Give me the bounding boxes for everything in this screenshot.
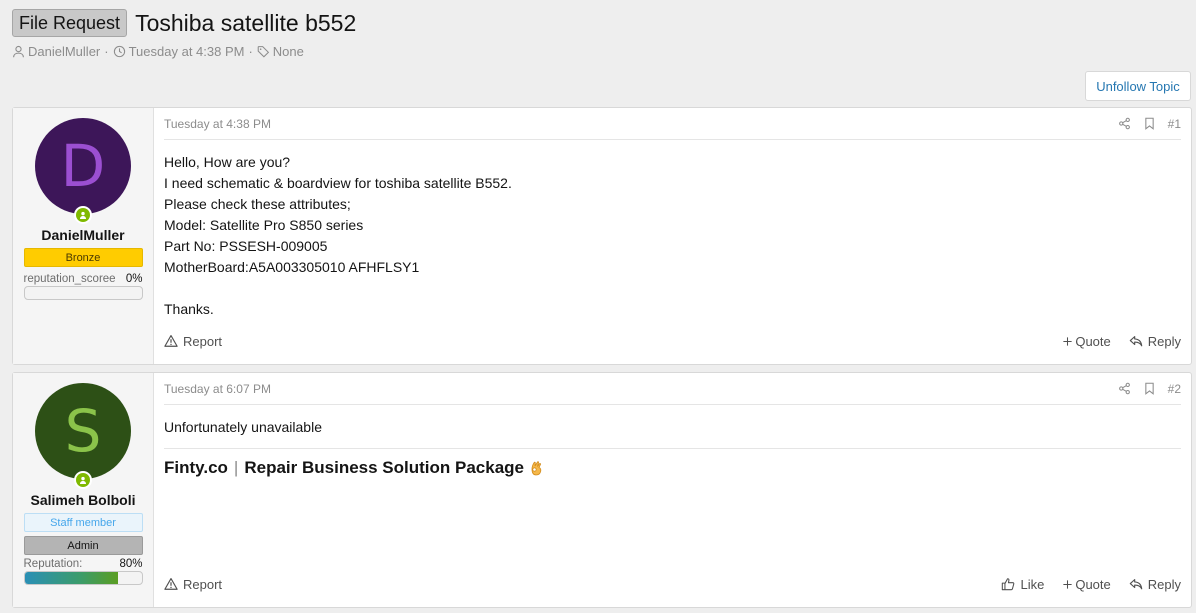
report-label: Report xyxy=(183,576,223,592)
post-footer: Report Quote Reply xyxy=(164,332,1181,350)
avatar[interactable]: S xyxy=(35,383,131,489)
username[interactable]: DanielMuller xyxy=(41,227,124,243)
reply-label: Reply xyxy=(1147,576,1181,592)
post-header: Tuesday at 6:07 PM #2 xyxy=(164,373,1181,405)
post-body-line: Thanks. xyxy=(164,301,214,317)
post: S Salimeh Bolboli Staff member Admin Rep… xyxy=(12,372,1192,608)
user-banner-bronze: Bronze xyxy=(23,248,143,267)
post-body-line: Unfortunately unavailable xyxy=(164,419,322,435)
username[interactable]: Salimeh Bolboli xyxy=(30,492,135,508)
post-footer-right: Quote Reply xyxy=(1062,334,1181,349)
like-label: Like xyxy=(1020,576,1045,592)
thread-tags: None xyxy=(257,44,304,59)
post-body-line: Part No: PSSESH-009005 xyxy=(164,238,328,254)
avatar-letter: D xyxy=(60,132,106,200)
post-body-line: I need schematic & boardview for toshiba… xyxy=(164,175,512,191)
thread-author-name[interactable]: DanielMuller xyxy=(28,44,100,59)
reply-icon xyxy=(1129,579,1143,590)
clock-icon xyxy=(113,45,125,57)
signature-text-link[interactable]: Repair Business Solution Package xyxy=(244,457,524,478)
meta-separator: · xyxy=(248,43,253,59)
post-body-line: Model: Satellite Pro S850 series xyxy=(164,217,364,233)
post-footer-left: Report xyxy=(164,577,222,592)
post-body: Hello, How are you? I need schematic & b… xyxy=(154,140,1191,320)
page-title: Toshiba satellite b552 xyxy=(135,9,357,36)
user-signature: Finty.co | Repair Business Solution Pack… xyxy=(164,448,1181,478)
report-button[interactable]: Report xyxy=(164,334,222,349)
share-icon[interactable] xyxy=(1118,117,1131,130)
report-label: Report xyxy=(183,333,223,349)
plus-icon xyxy=(1063,336,1072,346)
reputation-label: reputation_scoree xyxy=(23,273,116,285)
user-banner-staff: Staff member xyxy=(23,513,143,532)
post-body-line: Hello, How are you? xyxy=(164,154,291,170)
thread-date[interactable]: Tuesday at 4:38 PM xyxy=(113,44,245,59)
thread-tags-text: None xyxy=(272,43,304,59)
signature-separator: | xyxy=(233,458,239,477)
post-footer-right: Like Quote Reply xyxy=(1001,577,1181,592)
reputation-bar xyxy=(23,286,143,300)
warning-icon xyxy=(164,335,178,347)
post-header: Tuesday at 4:38 PM #1 xyxy=(164,108,1181,140)
bookmark-icon[interactable] xyxy=(1143,117,1156,130)
reply-button[interactable]: Reply xyxy=(1129,334,1181,349)
post-user-cell: S Salimeh Bolboli Staff member Admin Rep… xyxy=(13,373,154,607)
plus-icon xyxy=(1063,579,1072,589)
post-body: Unfortunately unavailable Finty.co | Rep… xyxy=(154,405,1191,478)
meta-separator: · xyxy=(104,43,109,59)
quote-button[interactable]: Quote xyxy=(1062,333,1111,349)
quote-label: Quote xyxy=(1075,333,1111,349)
thread-meta: DanielMuller · Tuesday at 4:38 PM · None xyxy=(12,43,1184,59)
post-main-cell: Tuesday at 6:07 PM #2 Unfortunately unav… xyxy=(154,373,1191,607)
online-status-icon xyxy=(74,471,92,489)
share-icon[interactable] xyxy=(1118,382,1131,395)
post-number[interactable]: #2 xyxy=(1168,382,1181,396)
post-header-actions: #1 xyxy=(1118,117,1181,131)
post-footer: Report Like Quote Reply xyxy=(164,575,1181,593)
reputation-row: reputation_scoree 0% xyxy=(24,273,143,285)
bookmark-icon[interactable] xyxy=(1143,382,1156,395)
post-main-cell: Tuesday at 4:38 PM #1 Hello, How are you… xyxy=(154,108,1191,364)
signature-site-link[interactable]: Finty.co xyxy=(164,457,228,478)
quote-label: Quote xyxy=(1075,576,1111,592)
reputation-value: 80% xyxy=(119,558,143,570)
post: D DanielMuller Bronze reputation_scoree … xyxy=(12,107,1192,365)
post-date[interactable]: Tuesday at 4:38 PM xyxy=(164,117,271,131)
post-header-actions: #2 xyxy=(1118,382,1181,396)
reputation-bar-fill xyxy=(24,572,119,584)
post-body-line: MotherBoard:A5A003305010 AFHFLSY1 xyxy=(164,259,420,275)
reputation-row: Reputation: 80% xyxy=(24,558,143,570)
avatar-letter: S xyxy=(64,397,102,465)
post-number[interactable]: #1 xyxy=(1168,117,1181,131)
post-date[interactable]: Tuesday at 6:07 PM xyxy=(164,382,271,396)
online-status-icon xyxy=(74,206,92,224)
tag-icon xyxy=(257,45,269,58)
reputation-label: Reputation: xyxy=(23,558,83,570)
user-banner-admin: Admin xyxy=(23,536,143,555)
thread-author[interactable]: DanielMuller xyxy=(12,44,100,59)
thumbs-up-icon xyxy=(1002,578,1015,591)
reply-button[interactable]: Reply xyxy=(1129,577,1181,592)
reputation-value: 0% xyxy=(125,273,143,285)
title-row: File Request Toshiba satellite b552 xyxy=(12,8,1184,38)
like-button[interactable]: Like xyxy=(1001,577,1044,592)
post-footer-left: Report xyxy=(164,334,222,349)
warning-icon xyxy=(164,578,178,590)
avatar[interactable]: D xyxy=(35,118,131,224)
thread-prefix-label[interactable]: File Request xyxy=(12,9,128,37)
quote-button[interactable]: Quote xyxy=(1062,576,1111,592)
post-body-line: Please check these attributes; xyxy=(164,196,351,212)
user-icon xyxy=(13,45,24,57)
page-header: File Request Toshiba satellite b552 Dani… xyxy=(12,8,1184,59)
unfollow-topic-button[interactable]: Unfollow Topic xyxy=(1085,71,1191,101)
report-button[interactable]: Report xyxy=(164,577,222,592)
post-body-line xyxy=(164,278,1181,299)
ok-hand-emoji-icon xyxy=(531,460,542,475)
reply-icon xyxy=(1129,336,1143,347)
reputation-bar xyxy=(23,571,143,585)
post-user-cell: D DanielMuller Bronze reputation_scoree … xyxy=(13,108,154,364)
thread-date-text[interactable]: Tuesday at 4:38 PM xyxy=(129,44,245,59)
reply-label: Reply xyxy=(1147,333,1181,349)
